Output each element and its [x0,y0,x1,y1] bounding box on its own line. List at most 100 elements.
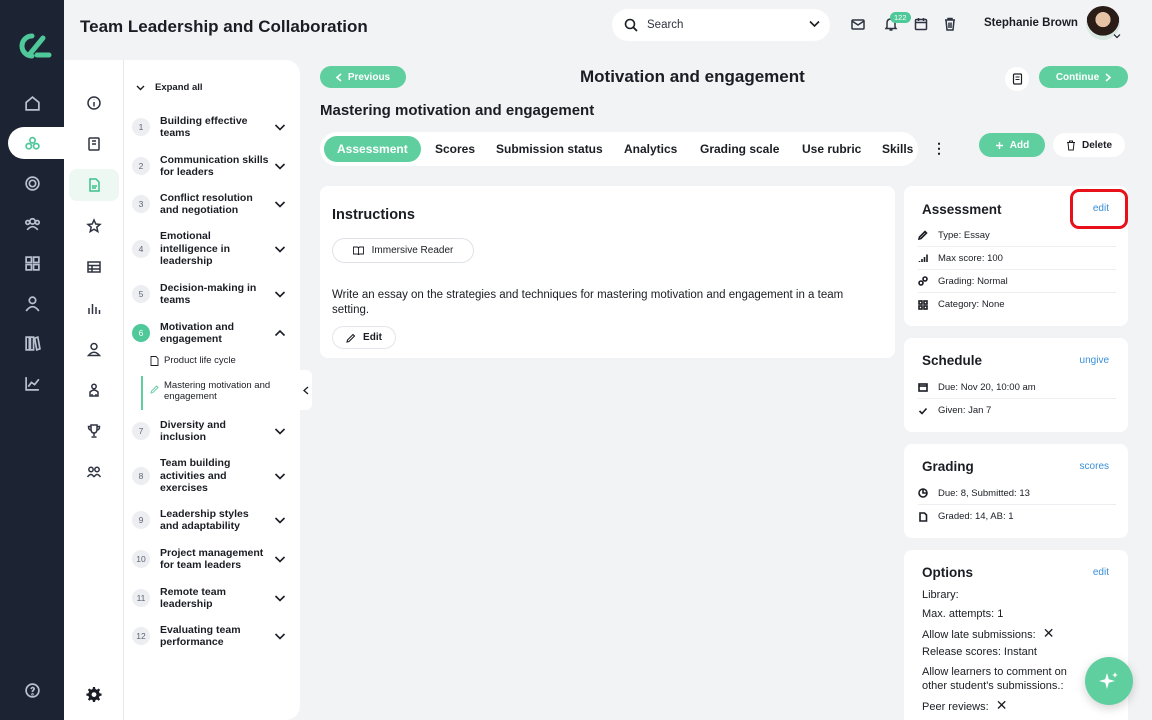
chevron-down-icon[interactable] [274,161,286,171]
grid-icon[interactable] [12,247,52,279]
lesson-title: Evaluating team performance [160,623,241,649]
search-input[interactable]: Search [647,19,683,31]
assignment-title: Mastering motivation and engagement [320,102,595,119]
page-title: Motivation and engagement [580,67,805,86]
lesson-item[interactable]: 12 Evaluating team performance [132,623,292,649]
lesson-subitem[interactable]: Product life cycle [150,355,236,366]
continue-button[interactable]: Continue [1039,66,1128,88]
chevron-down-icon[interactable] [274,593,286,603]
tab-analytics[interactable]: Analytics [611,136,690,162]
lesson-item[interactable]: 7 Diversity and inclusion [132,418,292,444]
mail-icon[interactable] [850,16,868,34]
chevron-down-icon[interactable] [274,122,286,132]
signal-bars-icon [918,254,928,262]
subitem-label: Mastering motivation and engagement [164,380,271,402]
tab-use-rubric[interactable]: Use rubric [789,136,874,162]
tab-scores[interactable]: Scores [422,136,488,162]
chevron-down-icon[interactable] [1113,33,1121,39]
lesson-item[interactable]: 9 Leadership styles and adaptability [132,507,292,533]
lesson-item[interactable]: 3 Conflict resolution and negotiation [132,191,292,217]
chevron-down-icon[interactable] [274,199,286,209]
ai-assistant-button[interactable] [1085,657,1133,705]
collapse-sidebar-button[interactable] [300,370,312,410]
home-icon[interactable] [12,87,52,119]
lesson-title: Project management for team leaders [160,546,264,572]
lesson-title: Decision-making in teams [160,281,257,307]
close-icon: ✕ [995,697,1008,713]
mentor-icon[interactable] [69,374,119,406]
groups-icon[interactable] [69,456,119,488]
delete-button[interactable]: Delete [1053,133,1125,157]
user-name[interactable]: Stephanie Brown [984,17,1078,29]
chevron-down-icon[interactable] [274,289,286,299]
previous-button[interactable]: Previous [320,66,406,88]
expand-all-toggle[interactable]: Expand all [136,82,203,93]
lesson-item[interactable]: 1 Building effective teams [132,114,292,140]
tab-submission-status[interactable]: Submission status [483,136,616,162]
profile-icon[interactable] [69,333,119,365]
max-attempts-option: Max. attempts: 1 [922,608,1004,620]
lesson-number: 7 [132,422,150,440]
tab-assessment[interactable]: Assessment [324,136,421,162]
chevron-right-icon [1105,72,1112,82]
chevron-down-icon[interactable] [274,471,286,481]
more-options-icon[interactable]: ⋮ [932,140,946,157]
lesson-item[interactable]: 8 Team building activities and exercises [132,457,292,495]
chevron-down-icon [136,85,145,90]
star-icon[interactable] [69,210,119,242]
sparkle-icon [1099,672,1118,689]
lesson-title: Leadership styles and adaptability [160,507,249,533]
search-bar[interactable]: Search [612,9,830,41]
chevron-down-icon[interactable] [274,515,286,525]
book-icon[interactable] [69,128,119,160]
lesson-item[interactable]: 2 Communication skills for leaders [132,153,292,179]
lesson-item[interactable]: 5 Decision-making in teams [132,281,292,307]
lesson-item[interactable]: 6 Motivation and engagement [132,320,292,346]
graded-stats: Graded: 14, AB: 1 [938,511,1014,522]
person-icon[interactable] [12,287,52,319]
library-icon[interactable] [12,327,52,359]
courses-icon[interactable] [12,127,52,159]
options-edit-link[interactable]: edit [1093,567,1109,578]
chevron-down-icon[interactable] [274,554,286,564]
settings-icon[interactable] [69,678,119,710]
tab-grading-scale[interactable]: Grading scale [687,136,792,162]
assignment-icon[interactable] [69,169,119,201]
chevron-down-icon[interactable] [809,20,820,28]
add-button[interactable]: Add [979,133,1045,157]
ungive-link[interactable]: ungive [1080,355,1109,366]
users-icon[interactable] [12,207,52,239]
immersive-reader-button[interactable]: Immersive Reader [332,238,474,263]
given-date-row: Given: Jan 7 [918,399,1116,422]
table-icon[interactable] [69,251,119,283]
chevron-down-icon[interactable] [274,244,286,254]
due-date-row: Due: Nov 20, 10:00 am [918,376,1116,399]
print-button[interactable] [1005,67,1029,91]
release-scores-option: Release scores: Instant [922,646,1037,658]
analytics-icon[interactable] [12,367,52,399]
lesson-subitem-active[interactable]: Mastering motivation and engagement [150,380,290,402]
bar-chart-icon[interactable] [69,292,119,324]
tab-skills[interactable]: Skills [869,136,926,162]
app-logo[interactable] [12,30,52,62]
chevron-down-icon[interactable] [274,631,286,641]
lesson-title: Communication skills for leaders [160,153,269,179]
chevron-up-icon[interactable] [274,328,286,338]
lesson-item[interactable]: 4 Emotional intelligence in leadership [132,230,292,268]
trash-icon[interactable] [942,16,960,34]
target-icon[interactable] [12,167,52,199]
chevron-down-icon[interactable] [274,426,286,436]
edit-instructions-button[interactable]: Edit [332,326,396,349]
lesson-number: 11 [132,589,150,607]
learner-comments-option: Allow learners to comment on other stude… [922,665,1094,693]
lesson-item[interactable]: 11 Remote team leadership [132,585,292,611]
assessment-card-title: Assessment [922,202,1002,217]
trophy-icon[interactable] [69,415,119,447]
active-subitem-indicator [141,376,143,410]
calendar-icon[interactable] [913,16,931,34]
scores-link[interactable]: scores [1080,461,1109,472]
lesson-item[interactable]: 10 Project management for team leaders [132,546,292,572]
info-icon[interactable] [69,87,119,119]
lesson-title: Conflict resolution and negotiation [160,191,253,217]
help-icon[interactable] [12,674,52,706]
